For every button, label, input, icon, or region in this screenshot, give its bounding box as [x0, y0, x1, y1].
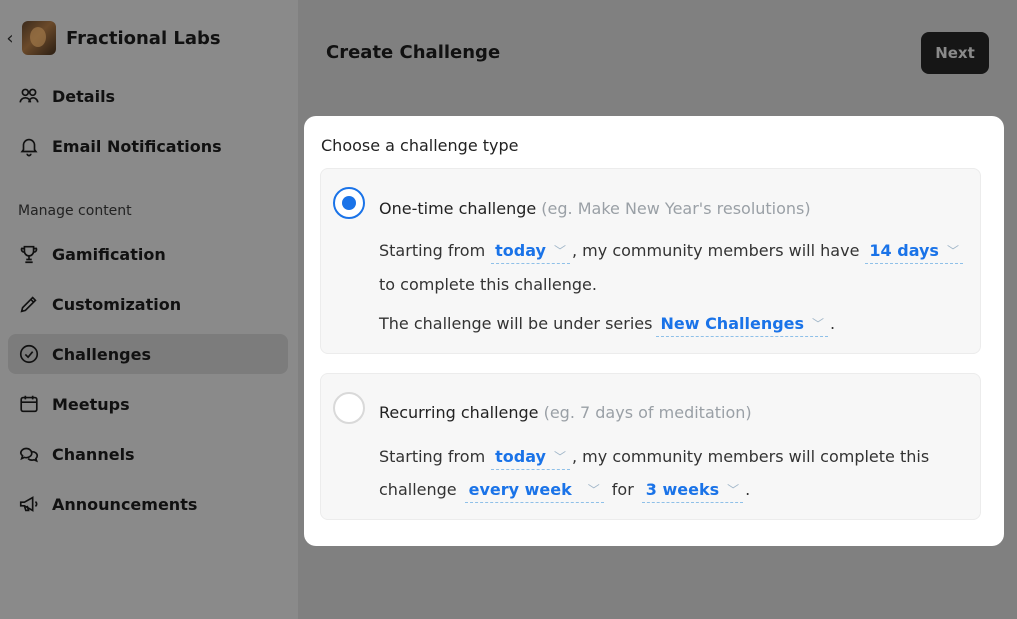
- calendar-icon: [20, 395, 38, 413]
- bell-icon: [20, 138, 38, 157]
- sidebar-item-label: Challenges: [52, 344, 151, 364]
- chevron-down-icon: ﹀: [553, 450, 566, 464]
- trophy-icon: [20, 245, 38, 264]
- section-label: Manage content: [18, 203, 132, 219]
- option-sentence-line2: to complete this challenge.: [379, 275, 597, 294]
- page-title: Create Challenge: [326, 42, 501, 63]
- start-date-select[interactable]: today ﹀: [491, 447, 570, 470]
- sentence-text: .: [830, 314, 836, 333]
- chevron-down-icon: ﹀: [587, 483, 600, 497]
- sidebar-item-label: Details: [52, 86, 116, 106]
- select-value: 3 weeks: [645, 480, 720, 499]
- sentence-text: Starting from: [379, 241, 486, 260]
- sidebar-item-label: Announcements: [52, 494, 198, 514]
- option-title-text: One-time challenge: [379, 199, 537, 218]
- sentence-text: Starting from: [379, 447, 486, 466]
- sentence-text: for: [611, 480, 634, 499]
- select-value: 14 days: [869, 241, 939, 260]
- select-value: today: [495, 447, 546, 466]
- select-value: every week: [468, 480, 572, 499]
- sentence-text: The challenge will be under series: [379, 314, 653, 333]
- chevron-down-icon: ﹀: [553, 244, 566, 258]
- start-date-select[interactable]: today ﹀: [491, 241, 570, 264]
- brand[interactable]: ‹ Fractional Labs: [0, 18, 221, 58]
- sidebar-item-customization[interactable]: Customization: [8, 284, 288, 324]
- option-title: One-time challenge (eg. Make New Year's …: [379, 199, 811, 218]
- option-sentence-line1: Starting from today ﹀ , my community mem…: [379, 447, 929, 470]
- option-hint: (eg. 7 days of meditation): [543, 403, 752, 422]
- option-recurring-challenge[interactable]: Recurring challenge (eg. 7 days of medit…: [320, 373, 981, 520]
- sidebar-item-label: Email Notifications: [52, 136, 222, 156]
- sidebar-item-label: Meetups: [52, 394, 130, 414]
- series-select[interactable]: New Challenges ﹀: [656, 314, 829, 337]
- sentence-text: .: [745, 480, 751, 499]
- sidebar-item-label: Channels: [52, 444, 135, 464]
- sidebar-item-email-notifications[interactable]: Email Notifications: [8, 126, 288, 166]
- option-title: Recurring challenge (eg. 7 days of medit…: [379, 403, 752, 422]
- option-title-text: Recurring challenge: [379, 403, 539, 422]
- check-circle-icon: [19, 344, 39, 364]
- option-hint: (eg. Make New Year's resolutions): [541, 199, 811, 218]
- next-button[interactable]: Next: [921, 32, 989, 74]
- radio-one-time[interactable]: [333, 187, 365, 219]
- duration-select[interactable]: 14 days ﹀: [865, 241, 963, 264]
- dialog-title: Choose a challenge type: [321, 136, 519, 155]
- challenge-type-dialog: Choose a challenge type One-time challen…: [304, 116, 1004, 546]
- brand-name: Fractional Labs: [66, 27, 221, 49]
- select-value: New Challenges: [660, 314, 805, 333]
- chevron-down-icon: ﹀: [727, 483, 740, 497]
- sentence-text: , my community members will complete thi…: [572, 447, 930, 466]
- option-sentence-line1: Starting from today ﹀ , my community mem…: [379, 241, 965, 264]
- sentence-text: challenge: [379, 480, 457, 499]
- brand-logo: [22, 21, 56, 55]
- back-chevron-icon[interactable]: ‹: [0, 28, 20, 49]
- sentence-text: , my community members will have: [572, 241, 860, 260]
- sidebar-item-gamification[interactable]: Gamification: [8, 234, 288, 274]
- sidebar-item-label: Gamification: [52, 244, 166, 264]
- sidebar-item-challenges[interactable]: Challenges: [8, 334, 288, 374]
- megaphone-icon: [19, 496, 38, 512]
- chevron-down-icon: ﹀: [946, 244, 959, 258]
- sidebar-item-meetups[interactable]: Meetups: [8, 384, 288, 424]
- frequency-select[interactable]: every week ﹀: [464, 480, 604, 503]
- select-value: today: [495, 241, 546, 260]
- chat-icon: [19, 447, 39, 463]
- option-sentence-line3: The challenge will be under series New C…: [379, 314, 835, 337]
- period-select[interactable]: 3 weeks ﹀: [641, 480, 744, 503]
- radio-recurring[interactable]: [333, 392, 365, 424]
- sidebar-item-announcements[interactable]: Announcements: [8, 484, 288, 524]
- sidebar-item-channels[interactable]: Channels: [8, 434, 288, 474]
- option-one-time-challenge[interactable]: One-time challenge (eg. Make New Year's …: [320, 168, 981, 354]
- sidebar-item-details[interactable]: Details: [8, 76, 288, 116]
- sentence-text: to complete this challenge.: [379, 275, 597, 294]
- pencil-icon: [20, 296, 37, 313]
- sidebar: ‹ Fractional Labs Details Email Notifica…: [0, 0, 298, 619]
- chevron-down-icon: ﹀: [812, 317, 825, 331]
- users-icon: [19, 88, 39, 103]
- option-sentence-line2: challenge every week ﹀ for 3 weeks ﹀ .: [379, 480, 750, 503]
- sidebar-item-label: Customization: [52, 294, 182, 314]
